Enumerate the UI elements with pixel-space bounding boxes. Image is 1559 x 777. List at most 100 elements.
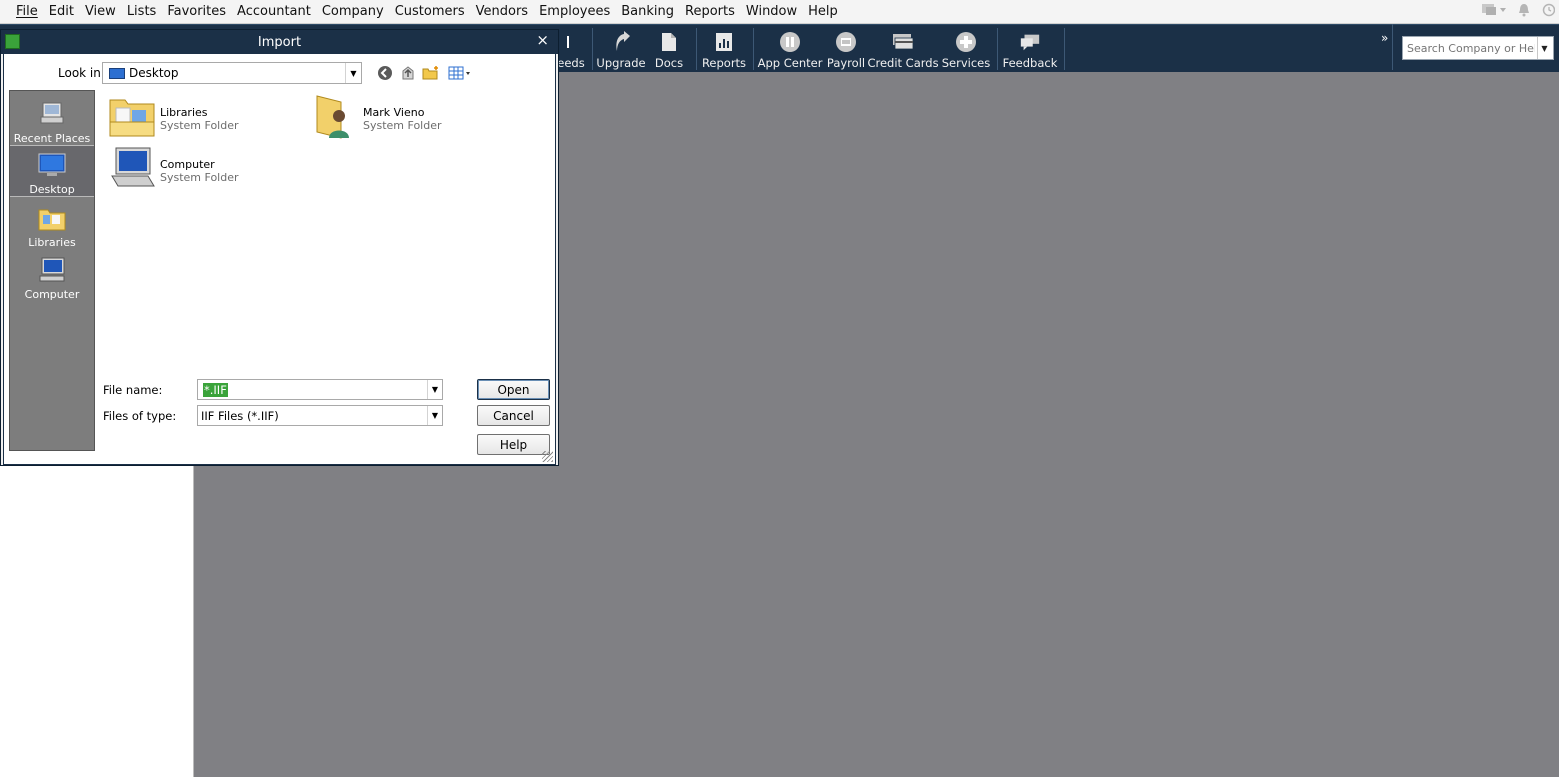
search-dropdown-icon[interactable]: ▼ (1537, 37, 1551, 59)
close-icon[interactable]: × (536, 31, 549, 49)
menu-help[interactable]: Help (808, 4, 838, 19)
toolbar-partial-label: eeds (557, 56, 585, 70)
open-button[interactable]: Open (477, 379, 550, 400)
look-in-combo[interactable]: Desktop ▼ (102, 62, 362, 84)
recent-places-icon (40, 102, 64, 124)
file-name-field[interactable]: *.IIF (203, 382, 228, 397)
place-label: Recent Places (13, 132, 91, 145)
menu-lists[interactable]: Lists (127, 4, 157, 19)
menu-banking[interactable]: Banking (621, 4, 674, 19)
menu-file[interactable]: File (16, 4, 38, 19)
toolbar-payroll-button[interactable]: Payroll (826, 25, 866, 73)
upgrade-arrow-icon (610, 31, 632, 53)
list-item[interactable]: Mark Vieno System Folder (311, 92, 442, 140)
file-name-combo[interactable]: *.IIF ▼ (197, 379, 443, 400)
toolbar-label: Feedback (1002, 56, 1058, 70)
menubar-right-icons (1481, 0, 1559, 24)
menu-favorites[interactable]: Favorites (167, 4, 226, 19)
place-libraries[interactable]: Libraries (10, 199, 94, 251)
place-label: Desktop (29, 183, 75, 196)
document-icon (658, 31, 680, 53)
app-icon (5, 34, 20, 49)
toolbar-label: App Center (757, 56, 823, 70)
up-folder-icon[interactable] (399, 64, 417, 82)
file-type-label: Files of type: (103, 409, 177, 423)
search-company-box: ▼ (1402, 36, 1554, 60)
chat-icon[interactable] (1481, 3, 1507, 21)
chevron-down-icon[interactable]: ▼ (427, 406, 442, 425)
menu-reports[interactable]: Reports (685, 4, 735, 19)
places-bar: Recent Places Desktop Libraries Computer (9, 90, 95, 451)
place-recent-places[interactable]: Recent Places (10, 95, 94, 147)
file-type: System Folder (363, 119, 442, 132)
back-icon[interactable] (376, 64, 394, 82)
file-type-value: IIF Files (*.IIF) (201, 408, 279, 423)
libraries-folder-icon (109, 99, 155, 137)
feedback-bubble-icon (1019, 31, 1041, 53)
toolbar-upgrade-button[interactable]: Upgrade (596, 25, 646, 73)
toolbar-feedback-button[interactable]: Feedback (1002, 25, 1058, 73)
toolbar-reports-button[interactable]: Reports (702, 25, 746, 73)
resize-grip-icon[interactable] (542, 451, 553, 462)
menu-vendors[interactable]: Vendors (476, 4, 528, 19)
menu-edit[interactable]: Edit (49, 4, 74, 19)
toolbar-docs-button[interactable]: Docs (652, 25, 686, 73)
toolbar-label: Docs (654, 56, 684, 70)
toolbar-label: Payroll (826, 56, 866, 70)
place-label: Computer (24, 288, 80, 301)
file-name: Computer (160, 158, 215, 171)
file-type-select[interactable]: IIF Files (*.IIF) ▼ (197, 405, 443, 426)
import-dialog: Import × Look in: Desktop ▼ Recent Place… (0, 29, 559, 466)
chevron-down-icon[interactable]: ▼ (427, 380, 442, 399)
toolbar-credit-cards-button[interactable]: Credit Cards (867, 25, 939, 73)
file-name: Libraries (160, 106, 208, 119)
file-type: System Folder (160, 171, 239, 184)
menu-window[interactable]: Window (746, 4, 797, 19)
view-menu-icon[interactable] (448, 64, 472, 82)
desktop-icon (109, 67, 125, 79)
file-name: Mark Vieno (363, 106, 425, 119)
dialog-body: Look in: Desktop ▼ Recent Places Desktop… (3, 54, 556, 465)
dialog-title: Import (257, 34, 302, 50)
toolbar-app-center-button[interactable]: App Center (757, 25, 823, 73)
list-item[interactable]: Computer System Folder (108, 144, 239, 192)
file-list: Libraries System Folder Mark Vieno Syste… (102, 90, 554, 378)
chevron-down-icon[interactable]: ▼ (345, 63, 361, 83)
toolbar-label: Reports (701, 56, 747, 70)
toolbar-partial-button[interactable]: eeds (556, 25, 586, 73)
desktop-icon (38, 153, 66, 176)
computer-icon (39, 257, 65, 282)
menu-accountant[interactable]: Accountant (237, 4, 311, 19)
libraries-icon (38, 209, 66, 231)
look-in-value: Desktop (129, 66, 179, 80)
payroll-icon (835, 31, 857, 53)
file-name-label: File name: (103, 383, 163, 397)
credit-card-icon (892, 31, 914, 53)
app-center-icon (779, 31, 801, 53)
report-chart-icon (713, 31, 735, 53)
toolbar-more-chevron[interactable]: » (1381, 31, 1388, 45)
toolbar-divider (1392, 24, 1393, 70)
place-computer[interactable]: Computer (10, 251, 94, 303)
bell-icon[interactable] (1517, 3, 1531, 21)
menu-employees[interactable]: Employees (539, 4, 610, 19)
place-desktop[interactable]: Desktop (10, 145, 94, 197)
toolbar-label: Upgrade (596, 56, 646, 70)
help-button[interactable]: Help (477, 434, 550, 455)
plus-circle-icon (955, 31, 977, 53)
list-item[interactable]: Libraries System Folder (108, 92, 239, 140)
new-folder-icon[interactable] (422, 64, 440, 82)
menu-view[interactable]: View (85, 4, 116, 19)
cancel-button[interactable]: Cancel (477, 405, 550, 426)
toolbar-label: Credit Cards (867, 56, 939, 70)
dialog-titlebar[interactable]: Import × (1, 30, 558, 54)
user-folder-icon (316, 95, 349, 139)
computer-icon (111, 147, 155, 187)
toolbar-label: Services (941, 56, 991, 70)
toolbar-services-button[interactable]: Services (942, 25, 990, 73)
menu-customers[interactable]: Customers (395, 4, 465, 19)
menu-company[interactable]: Company (322, 4, 384, 19)
look-in-label: Look in: (58, 66, 105, 80)
clock-icon[interactable] (1541, 3, 1556, 21)
search-input[interactable] (1403, 38, 1537, 58)
